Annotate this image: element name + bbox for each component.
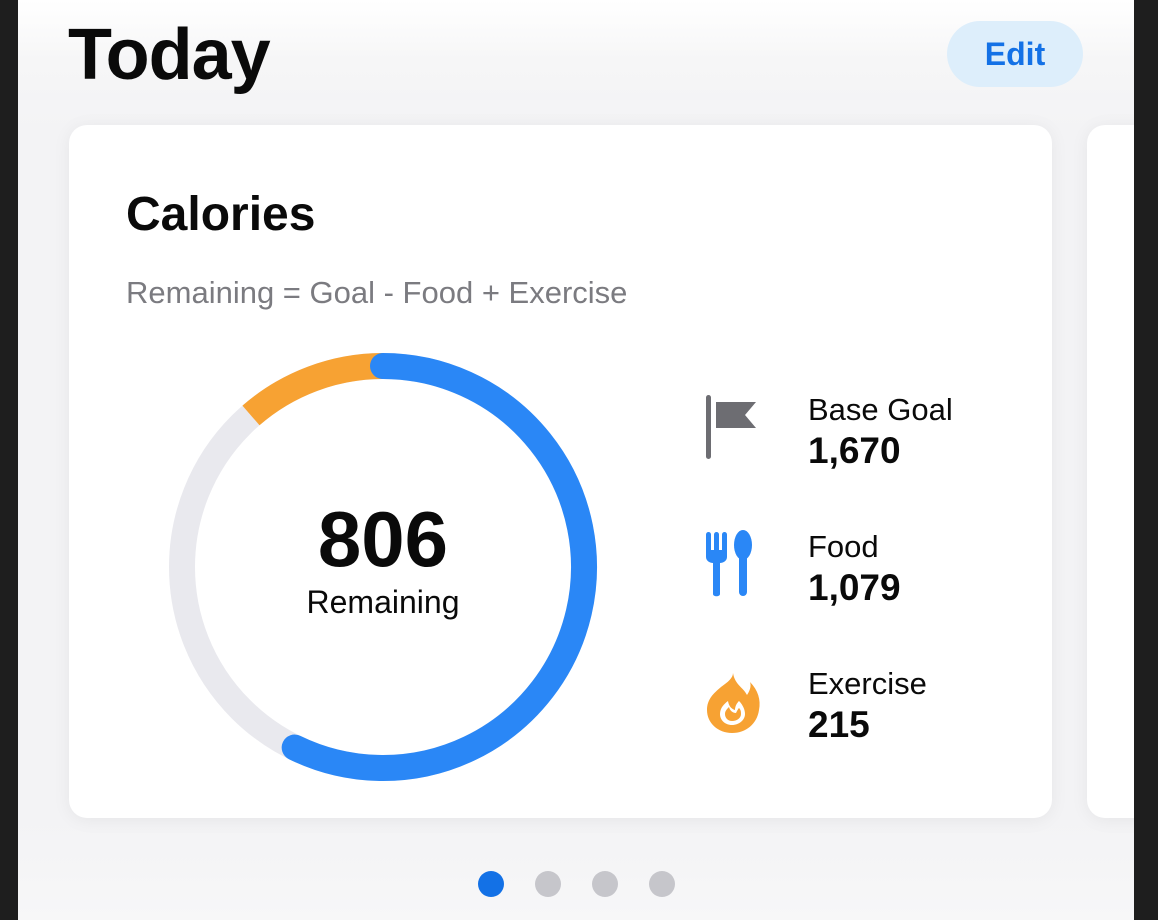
stat-exercise: Exercise 215 bbox=[701, 665, 1031, 765]
stat-label: Base Goal bbox=[808, 392, 953, 427]
stat-value: 215 bbox=[808, 704, 870, 745]
flag-icon bbox=[706, 395, 756, 459]
flame-icon bbox=[707, 673, 760, 733]
remaining-label: Remaining bbox=[306, 584, 460, 620]
edit-button[interactable]: Edit bbox=[947, 21, 1083, 87]
stat-food: Food 1,079 bbox=[701, 528, 1031, 628]
page-dot[interactable] bbox=[592, 871, 618, 897]
calories-card[interactable]: Calories Remaining = Goal - Food + Exerc… bbox=[69, 125, 1052, 818]
page-title: Today bbox=[68, 15, 271, 95]
fork-spoon-icon bbox=[706, 530, 752, 597]
stat-value: 1,079 bbox=[808, 567, 901, 608]
stat-base-goal: Base Goal 1,670 bbox=[701, 391, 1031, 491]
page-indicator[interactable] bbox=[478, 871, 675, 897]
ring-center: 806 Remaining bbox=[167, 351, 599, 783]
remaining-value: 806 bbox=[317, 495, 449, 583]
today-screen: Today Edit Calories Remaining = Goal - F… bbox=[18, 0, 1134, 920]
page-dot[interactable] bbox=[649, 871, 675, 897]
calories-formula: Remaining = Goal - Food + Exercise bbox=[126, 275, 628, 310]
next-card-peek[interactable] bbox=[1087, 125, 1134, 818]
page-dot[interactable] bbox=[478, 871, 504, 897]
stat-label: Food bbox=[808, 529, 879, 564]
card-title: Calories bbox=[126, 188, 316, 241]
stat-value: 1,670 bbox=[808, 430, 901, 471]
page-dot[interactable] bbox=[535, 871, 561, 897]
stat-label: Exercise bbox=[808, 666, 927, 701]
